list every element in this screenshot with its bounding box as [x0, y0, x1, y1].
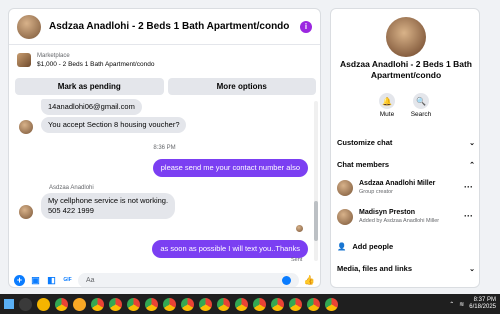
more-icon[interactable]: ··· [464, 211, 473, 221]
chat-members-section[interactable]: Chat members ⌃ [337, 160, 475, 169]
member-avatar [337, 180, 353, 196]
chat-info-panel: Asdzaa Anadlohi - 2 Beds 1 Bath Apartmen… [330, 8, 480, 288]
chrome-icon[interactable] [199, 297, 212, 311]
scrollbar[interactable] [314, 101, 318, 261]
profile-name: Asdzaa Anadlohi - 2 Beds 1 Bath Apartmen… [340, 59, 472, 80]
chat-avatar[interactable] [17, 14, 41, 39]
member-avatar [337, 209, 353, 225]
start-icon[interactable] [4, 299, 14, 309]
like-icon[interactable]: 👍 [304, 275, 315, 286]
sender-name: Asdzaa Anadlohi [49, 185, 94, 191]
more-icon[interactable]: ··· [464, 182, 473, 192]
chat-members-label: Chat members [337, 160, 390, 169]
clock[interactable]: 8:37 PM 6/18/2025 [469, 297, 496, 311]
chat-title[interactable]: Asdzaa Anadlohi - 2 Beds 1 Bath Apartmen… [49, 21, 300, 32]
chrome-icon[interactable] [145, 297, 158, 311]
marketplace-listing[interactable]: Marketplace $1,000 - 2 Beds 1 Bath Apart… [9, 46, 320, 74]
chrome-icon[interactable] [271, 297, 284, 311]
message-timestamp: 8:36 PM [153, 145, 176, 151]
chrome-icon[interactable] [307, 297, 320, 311]
emoji-icon[interactable] [282, 275, 291, 285]
bell-icon: 🔔 [379, 93, 395, 109]
message-line: My cellphone service is not working. [48, 196, 169, 205]
chrome-icon[interactable] [289, 297, 302, 311]
profile-picture[interactable] [386, 17, 426, 57]
system-tray: ⌃ ≋ 8:37 PM 6/18/2025 [449, 297, 496, 311]
gif-icon[interactable]: GIF [62, 275, 73, 286]
chrome-icon[interactable] [109, 297, 122, 311]
mute-label: Mute [379, 111, 395, 118]
chat-header: Asdzaa Anadlohi - 2 Beds 1 Bath Apartmen… [9, 9, 320, 45]
file-explorer-icon[interactable] [37, 297, 50, 311]
search-button[interactable]: 🔍 Search [407, 93, 435, 118]
add-people-label: Add people [352, 242, 394, 251]
sticker-icon[interactable]: ◧ [46, 275, 57, 286]
chrome-icon[interactable] [325, 297, 338, 311]
message-cellphone: My cellphone service is not working. 505… [41, 193, 176, 219]
message-line: 505 422 1999 [48, 206, 94, 215]
message-input-placeholder: Aa [86, 276, 95, 284]
message-list: 14anadlohi06@gmail.com You accept Sectio… [9, 97, 320, 267]
message-contact-request: please send me your contact number also [152, 159, 308, 177]
message-reply: as soon as possible I will text you..Tha… [152, 240, 308, 258]
listing-thumbnail [17, 53, 31, 67]
chevron-up-icon[interactable]: ⌃ [449, 301, 454, 308]
taskbar: ⌃ ≋ 8:37 PM 6/18/2025 [0, 294, 500, 314]
chrome-icon[interactable] [163, 297, 176, 311]
chevron-down-icon: ⌄ [469, 265, 475, 273]
member-name: Madisyn Preston [359, 209, 416, 216]
more-options-button[interactable]: More options [167, 78, 316, 95]
sender-avatar[interactable] [19, 120, 33, 134]
mark-as-pending-button[interactable]: Mark as pending [15, 78, 164, 95]
chrome-icon[interactable] [91, 297, 104, 311]
customize-chat-section[interactable]: Customize chat ⌄ [337, 138, 475, 147]
media-files-section[interactable]: Media, files and links ⌄ [337, 264, 475, 273]
message-section8: You accept Section 8 housing voucher? [41, 117, 187, 133]
member-role: Group creator [359, 189, 393, 195]
clock-date: 6/18/2025 [469, 304, 496, 310]
chrome-icon[interactable] [181, 297, 194, 311]
seen-avatar [296, 225, 303, 232]
chrome-icon[interactable] [55, 297, 68, 311]
wifi-icon[interactable]: ≋ [459, 301, 464, 308]
task-view-icon[interactable] [19, 297, 32, 311]
media-files-label: Media, files and links [337, 264, 413, 273]
chrome-icon[interactable] [253, 297, 266, 311]
chrome-icon[interactable] [217, 297, 230, 311]
sent-status: Sent [291, 257, 303, 263]
sender-avatar[interactable] [19, 205, 33, 219]
customize-chat-label: Customize chat [337, 138, 393, 147]
clock-time: 8:37 PM [473, 297, 496, 303]
search-label: Search [410, 111, 432, 118]
composer: + ▣ ◧ GIF Aa 👍 [9, 271, 320, 287]
chat-panel: Asdzaa Anadlohi - 2 Beds 1 Bath Apartmen… [8, 8, 321, 288]
marketplace-label: Marketplace [37, 52, 70, 59]
message-email: 14anadlohi06@gmail.com [41, 99, 142, 115]
member-row[interactable]: Asdzaa Anadlohi Miller Group creator ··· [337, 178, 475, 200]
chevron-down-icon: ⌄ [469, 139, 475, 147]
add-person-icon: 👤 [337, 242, 347, 251]
search-icon: 🔍 [413, 93, 429, 109]
image-icon[interactable]: ▣ [30, 275, 41, 286]
member-row[interactable]: Madisyn Preston Added by Asdzaa Anadlohi… [337, 207, 475, 229]
chrome-icon[interactable] [127, 297, 140, 311]
scrollbar-thumb[interactable] [314, 201, 318, 241]
member-role: Added by Asdzaa Anadlohi Miller [359, 218, 440, 224]
listing-title: $1,000 - 2 Beds 1 Bath Apartment/condo [37, 60, 155, 68]
chevron-up-icon: ⌃ [469, 161, 475, 169]
plus-icon[interactable]: + [14, 274, 25, 286]
chrome-icon[interactable] [235, 297, 248, 311]
member-name: Asdzaa Anadlohi Miller [359, 180, 436, 187]
mute-button[interactable]: 🔔 Mute [373, 93, 401, 118]
add-people-button[interactable]: 👤 Add people [337, 242, 393, 251]
message-input[interactable]: Aa [78, 272, 299, 287]
info-icon[interactable]: i [300, 20, 312, 33]
app-icon[interactable] [73, 297, 86, 311]
